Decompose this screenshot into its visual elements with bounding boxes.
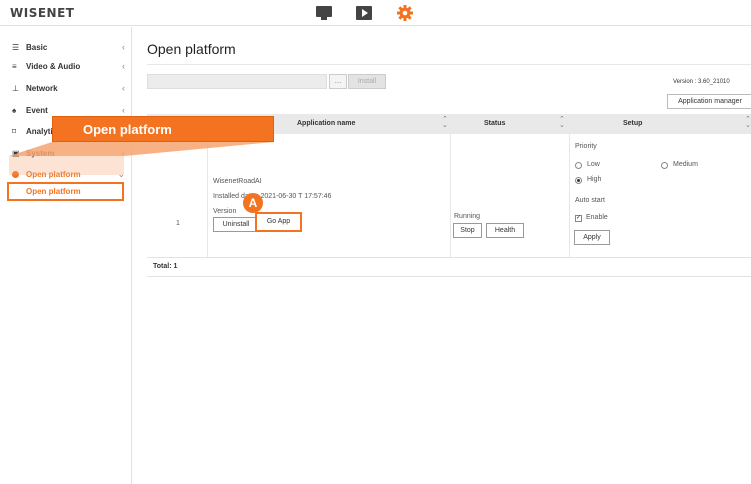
page-title: Open platform	[147, 41, 236, 57]
stop-button[interactable]: Stop	[453, 223, 482, 238]
table-total-row: Total: 1	[147, 258, 751, 277]
sidebar-item-label: Network	[26, 84, 58, 93]
wisenet-logo: WISENET	[10, 6, 75, 20]
priority-medium-label: Medium	[673, 161, 698, 168]
priority-medium-radio[interactable]	[661, 162, 668, 169]
version-label: Version	[213, 208, 237, 215]
sidebar-item-video-audio[interactable]: ≡ Video & Audio ‹	[0, 59, 132, 75]
chevron-down-icon: ⌄	[117, 169, 125, 179]
callout-label: Open platform	[83, 122, 172, 137]
priority-low-radio[interactable]	[575, 162, 582, 169]
sidebar-item-network[interactable]: ⊥ Network ‹	[0, 81, 132, 97]
bell-icon: ♠	[12, 106, 17, 115]
sidebar-item-system[interactable]: ▣ System ‹	[0, 146, 132, 162]
chevron-left-icon: ‹	[122, 105, 125, 115]
open-platform-highlight[interactable]: Open platform	[7, 182, 124, 201]
sort-icon[interactable]: ⌃ ⌄	[559, 116, 565, 129]
main-content: Open platform ... Install Version : 3.60…	[133, 27, 751, 484]
sidebar-item-label: Event	[26, 106, 48, 115]
top-bar: WISENET	[0, 0, 751, 26]
apply-button[interactable]: Apply	[574, 230, 610, 245]
browse-button[interactable]: ...	[329, 74, 347, 89]
sidebar-item-label: Basic	[26, 43, 48, 52]
row-index: 1	[176, 220, 180, 227]
marker-a-badge: A	[243, 193, 263, 213]
chevron-left-icon: ‹	[122, 42, 125, 52]
file-path-input[interactable]	[147, 74, 327, 89]
total-count: Total: 1	[153, 263, 178, 270]
column-header-status[interactable]: Status	[484, 120, 505, 127]
callout-open-platform: Open platform	[52, 116, 274, 142]
sort-icon[interactable]: ⌃ ⌄	[745, 116, 751, 129]
status-text: Running	[454, 213, 481, 220]
network-icon: ⊥	[12, 84, 19, 93]
list-icon: ☰	[12, 43, 20, 52]
sidebar-item-label: Open platform	[26, 170, 81, 179]
enable-checkbox[interactable]: ✓	[575, 215, 582, 222]
application-name: WisenetRoadAI	[213, 178, 262, 185]
version-text: Version : 3.60_21010	[673, 79, 730, 85]
chevron-left-icon: ‹	[122, 61, 125, 71]
column-header-setup[interactable]: Setup	[623, 120, 642, 127]
go-app-button[interactable]: Go App	[255, 212, 302, 232]
frame-icon: ⌑	[12, 127, 17, 136]
chevron-left-icon: ‹	[122, 83, 125, 93]
highlight-label: Open platform	[26, 187, 81, 196]
priority-high-radio[interactable]	[575, 177, 582, 184]
chevron-left-icon: ‹	[122, 148, 125, 158]
priority-label: Priority	[575, 143, 597, 150]
divider	[147, 64, 751, 65]
auto-start-label: Auto start	[575, 197, 605, 204]
sort-icon[interactable]: ⌃ ⌄	[442, 116, 448, 129]
lines-icon: ≡	[12, 62, 17, 71]
sidebar-item-basic[interactable]: ☰ Basic ‹	[0, 40, 132, 56]
sidebar-item-label: System	[26, 149, 55, 158]
sidebar: ☰ Basic ‹ ≡ Video & Audio ‹ ⊥ Network ‹ …	[0, 27, 132, 484]
install-button[interactable]: Install	[348, 74, 386, 89]
table-row: 1 WisenetRoadAI Installed date : 2021-06…	[147, 134, 751, 258]
sidebar-item-label: Video & Audio	[26, 62, 81, 71]
enable-label: Enable	[586, 214, 608, 221]
installed-date: Installed date : 2021-06-30 T 17:57:46	[213, 193, 332, 200]
column-header-application-name[interactable]: Application name	[297, 120, 355, 127]
gear-icon[interactable]	[396, 4, 414, 22]
dot-icon	[12, 171, 21, 179]
sidebar-item-open-platform[interactable]: Open platform ⌄	[0, 167, 132, 183]
priority-high-label: High	[587, 176, 602, 183]
application-manager-button[interactable]: Application manager	[667, 94, 751, 109]
priority-low-label: Low	[587, 161, 600, 168]
health-button[interactable]: Health	[486, 223, 524, 238]
system-icon: ▣	[12, 149, 20, 158]
uninstall-button[interactable]: Uninstall	[213, 217, 259, 232]
monitor-icon[interactable]	[316, 6, 332, 20]
play-icon[interactable]	[356, 6, 372, 20]
